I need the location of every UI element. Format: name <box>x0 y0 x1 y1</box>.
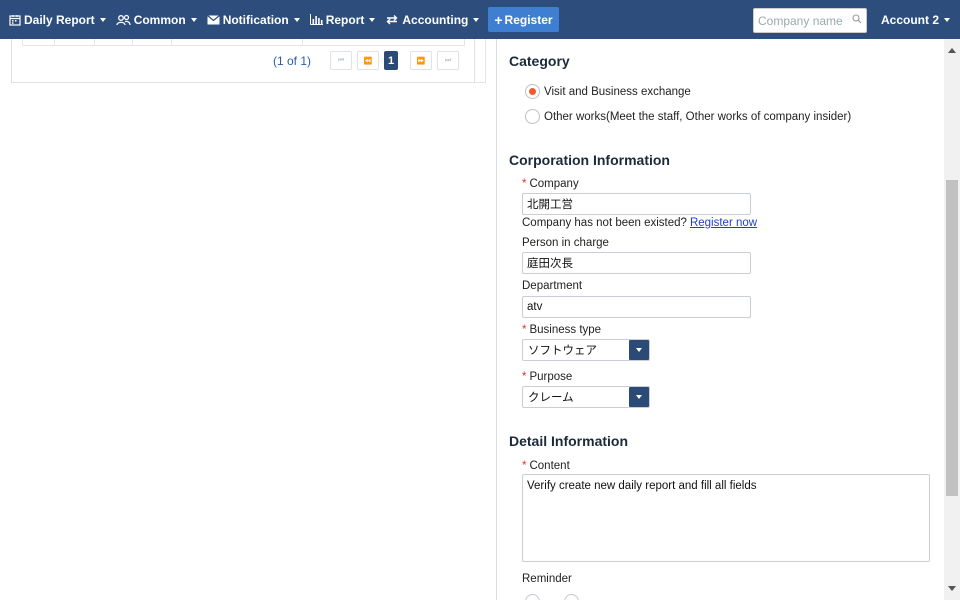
nav-common[interactable]: Common <box>111 0 202 39</box>
last-page-button[interactable]: ⏭ <box>437 51 460 70</box>
page-report: (1 of 1) <box>273 53 312 68</box>
calendar-icon <box>9 14 21 26</box>
next-page-icon: ⏩ <box>416 57 426 65</box>
table-column-divider <box>302 39 303 45</box>
scrollbar-thumb[interactable] <box>946 180 958 496</box>
paginator: (1 of 1) ⏮ ⏪ 1 ⏩ ⏭ <box>273 51 464 70</box>
department-field[interactable]: atv <box>522 296 751 318</box>
users-icon <box>116 14 131 26</box>
account-menu-label: Account 2 <box>881 12 940 27</box>
table-column-divider <box>54 39 55 45</box>
radio-other-works[interactable]: Other works(Meet the staff, Other works … <box>525 109 851 124</box>
envelope-icon <box>206 14 220 25</box>
content-textarea[interactable]: Verify create new daily report and fill … <box>522 474 930 562</box>
table-row-divider <box>22 45 465 46</box>
person-field[interactable]: 庭田次長 <box>522 252 751 274</box>
company-search <box>753 8 867 33</box>
company-hint-text: Company has not been existed? <box>522 217 687 229</box>
chevron-down-icon <box>99 17 106 22</box>
page-1-button[interactable]: 1 <box>384 51 399 70</box>
radio-dot <box>529 88 536 95</box>
purpose-value: クレーム <box>528 392 574 404</box>
company-hint: Company has not been existed? Register no… <box>522 217 757 229</box>
bar-chart-icon <box>309 14 323 25</box>
company-search-input[interactable] <box>758 10 850 31</box>
nav-notification[interactable]: Notification <box>202 0 305 39</box>
nav-report-label: Report <box>325 12 365 27</box>
chevron-down-icon <box>369 17 376 22</box>
business-type-label: * Business type <box>522 324 601 336</box>
plus-icon: + <box>494 11 503 28</box>
chevron-down-icon <box>190 17 197 22</box>
nav-report[interactable]: Report <box>305 0 381 39</box>
detail-title: Detail Information <box>509 433 629 449</box>
page-number: 1 <box>387 54 395 67</box>
purpose-select[interactable]: クレーム <box>522 386 650 408</box>
table-column-divider <box>132 39 133 45</box>
chevron-down-icon <box>944 17 951 22</box>
table-column-divider <box>171 39 172 45</box>
report-form: Category Visit and Business exchange Oth… <box>496 39 944 600</box>
radio-visit-business[interactable]: Visit and Business exchange <box>525 84 691 99</box>
first-page-icon: ⏮ <box>337 56 345 64</box>
next-page-button[interactable]: ⏩ <box>410 51 433 70</box>
nav-daily-report-label: Daily Report <box>24 12 95 27</box>
nav-daily-report[interactable]: Daily Report <box>4 0 111 39</box>
department-label: Department <box>522 280 583 292</box>
exchange-icon <box>385 14 399 25</box>
left-panel: (1 of 1) ⏮ ⏪ 1 ⏩ ⏭ <box>0 39 496 600</box>
register-button[interactable]: + Register <box>488 7 559 32</box>
business-type-select[interactable]: ソフトウェア <box>522 339 650 361</box>
company-label: * Company <box>522 178 579 190</box>
table-column-divider <box>22 39 23 45</box>
vertical-scrollbar[interactable] <box>944 39 960 600</box>
radio-button[interactable] <box>525 109 540 124</box>
table-column-divider <box>94 39 95 45</box>
company-label-text: Company <box>529 178 579 190</box>
purpose-label: * Purpose <box>522 371 572 383</box>
corporation-title: Corporation Information <box>509 152 670 168</box>
nav-accounting-label: Accounting <box>402 12 469 27</box>
radio-button-selected[interactable] <box>525 84 540 99</box>
radio-other-works-label: Other works(Meet the staff, Other works … <box>544 110 852 123</box>
required-mark: * <box>522 371 527 383</box>
person-label: Person in charge <box>522 237 609 249</box>
business-type-value: ソフトウェア <box>528 345 597 357</box>
dropdown-arrow-icon[interactable] <box>629 387 649 407</box>
register-now-link[interactable]: Register now <box>690 217 757 229</box>
first-page-button[interactable]: ⏮ <box>330 51 353 70</box>
chevron-down-icon <box>293 17 300 22</box>
nav-accounting[interactable]: Accounting <box>380 0 484 39</box>
scroll-down-arrow-icon[interactable] <box>948 586 956 591</box>
required-mark: * <box>522 178 527 190</box>
top-navbar: Daily Report Common Notification Report … <box>0 0 960 39</box>
reminder-label: Reminder <box>522 573 572 585</box>
dropdown-arrow-icon[interactable] <box>629 340 649 360</box>
business-type-label-text: Business type <box>529 324 602 336</box>
account-menu[interactable]: Account 2 <box>881 0 951 39</box>
reminder-radio[interactable] <box>564 594 579 600</box>
register-button-label: Register <box>504 12 553 27</box>
reminder-radio[interactable] <box>525 594 540 600</box>
last-page-icon: ⏭ <box>444 56 452 64</box>
radio-visit-business-label: Visit and Business exchange <box>544 85 691 98</box>
nav-common-label: Common <box>133 12 186 27</box>
prev-page-button[interactable]: ⏪ <box>357 51 380 70</box>
purpose-label-text: Purpose <box>529 371 573 383</box>
content-label: * Content <box>522 460 570 472</box>
scroll-up-arrow-icon[interactable] <box>948 48 956 53</box>
category-title: Category <box>509 53 570 69</box>
required-mark: * <box>522 324 527 336</box>
required-mark: * <box>522 460 527 472</box>
prev-page-icon: ⏪ <box>363 57 373 65</box>
table-column-divider <box>464 39 465 45</box>
chevron-down-icon <box>473 17 480 22</box>
content-label-text: Content <box>529 460 570 472</box>
company-field[interactable]: 北開工営 <box>522 193 751 215</box>
search-icon[interactable] <box>852 14 862 27</box>
nav-notification-label: Notification <box>222 12 289 27</box>
